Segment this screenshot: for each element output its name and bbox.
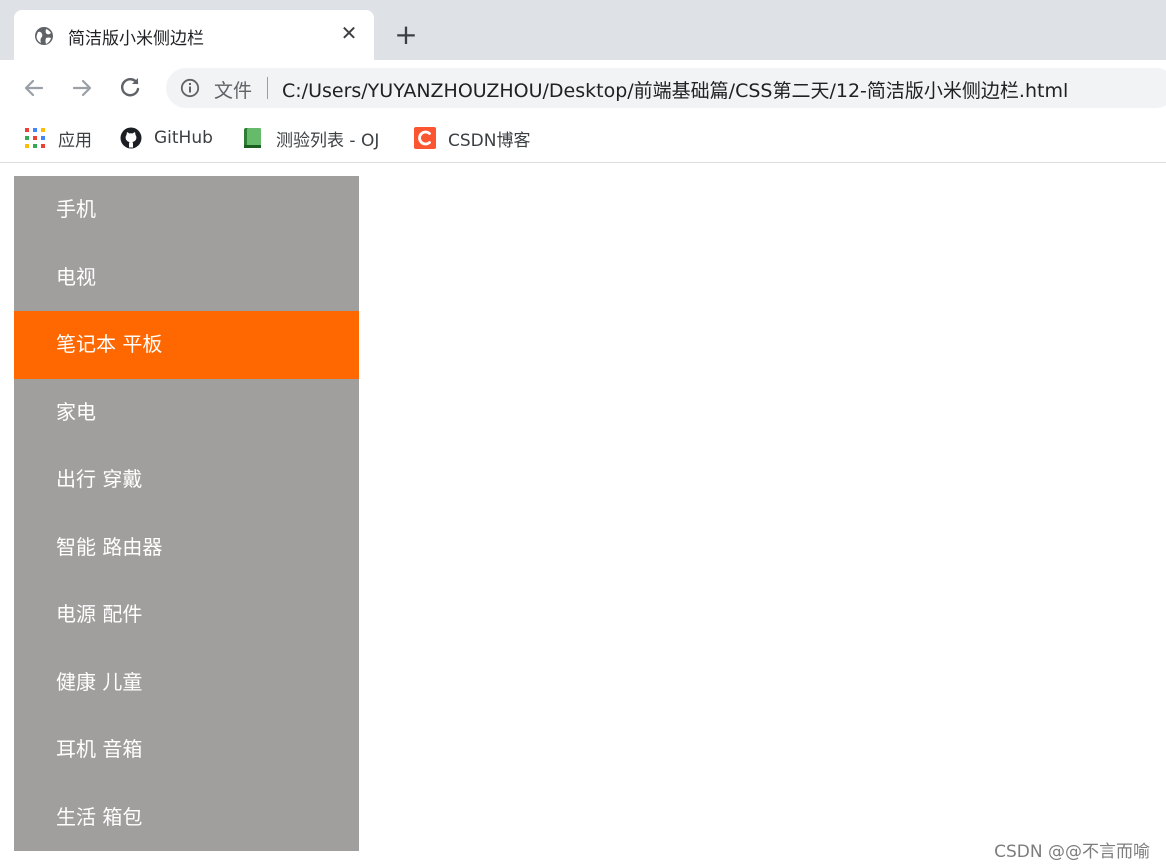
- sidebar-item-laptop-tablet[interactable]: 笔记本 平板: [14, 311, 359, 379]
- sidebar-item-headphones-speakers[interactable]: 耳机 音箱: [14, 716, 359, 784]
- bookmark-label: CSDN博客: [448, 130, 531, 151]
- sidebar-item-life-bags[interactable]: 生活 箱包: [14, 783, 359, 851]
- address-separator: [267, 77, 268, 99]
- tab-title: 简洁版小米侧边栏: [68, 29, 204, 49]
- sidebar-item-travel-wearables[interactable]: 出行 穿戴: [14, 446, 359, 514]
- bookmarks-bar: 应用 GitHub 测验列表 - OJ CSDN博客: [0, 116, 1166, 163]
- github-icon: [120, 127, 142, 149]
- bookmark-apps[interactable]: 应用: [24, 126, 92, 151]
- csdn-icon: [414, 127, 436, 149]
- bookmark-label: 应用: [58, 130, 92, 151]
- book-icon: [244, 128, 261, 148]
- back-arrow-icon[interactable]: [20, 74, 48, 102]
- address-bar[interactable]: 文件 C:/Users/YUYANZHOUZHOU/Desktop/前端基础篇/…: [166, 68, 1166, 108]
- browser-window: 简洁版小米侧边栏 ✕ + 文件 C:/Users/YUYANZHOUZHOU/D…: [0, 0, 1166, 868]
- apps-grid-icon: [25, 128, 45, 148]
- reload-icon[interactable]: [116, 74, 144, 102]
- url-text[interactable]: C:/Users/YUYANZHOUZHOU/Desktop/前端基础篇/CSS…: [282, 76, 1068, 103]
- page-content: 手机 电视 笔记本 平板 家电 出行 穿戴 智能 路由器 电源 配件 健康 儿童…: [0, 163, 1166, 868]
- sidebar-item-health-kids[interactable]: 健康 儿童: [14, 648, 359, 716]
- new-tab-button[interactable]: +: [392, 21, 420, 50]
- bookmark-oj[interactable]: 测验列表 - OJ: [242, 126, 380, 151]
- globe-icon: [35, 27, 53, 45]
- sidebar-item-smart-router[interactable]: 智能 路由器: [14, 513, 359, 581]
- active-tab[interactable]: 简洁版小米侧边栏 ✕: [14, 10, 374, 60]
- close-tab-icon[interactable]: ✕: [338, 22, 360, 44]
- sidebar-item-power-accessories[interactable]: 电源 配件: [14, 581, 359, 649]
- bookmark-github[interactable]: GitHub: [120, 126, 213, 150]
- toolbar: 文件 C:/Users/YUYANZHOUZHOU/Desktop/前端基础篇/…: [0, 60, 1166, 116]
- sidebar-item-phone[interactable]: 手机: [14, 176, 359, 244]
- watermark: CSDN @@不言而喻: [994, 842, 1150, 862]
- xiaomi-sidebar: 手机 电视 笔记本 平板 家电 出行 穿戴 智能 路由器 电源 配件 健康 儿童…: [14, 176, 359, 851]
- bookmark-label: GitHub: [154, 128, 213, 148]
- scheme-label: 文件: [214, 80, 253, 102]
- sidebar-item-appliances[interactable]: 家电: [14, 378, 359, 446]
- forward-arrow-icon[interactable]: [68, 74, 96, 102]
- sidebar-item-tv[interactable]: 电视: [14, 243, 359, 311]
- bookmark-label: 测验列表 - OJ: [276, 130, 380, 151]
- tab-strip: 简洁版小米侧边栏 ✕ +: [0, 0, 1166, 60]
- bookmark-csdn[interactable]: CSDN博客: [414, 126, 531, 151]
- info-icon[interactable]: [180, 78, 200, 98]
